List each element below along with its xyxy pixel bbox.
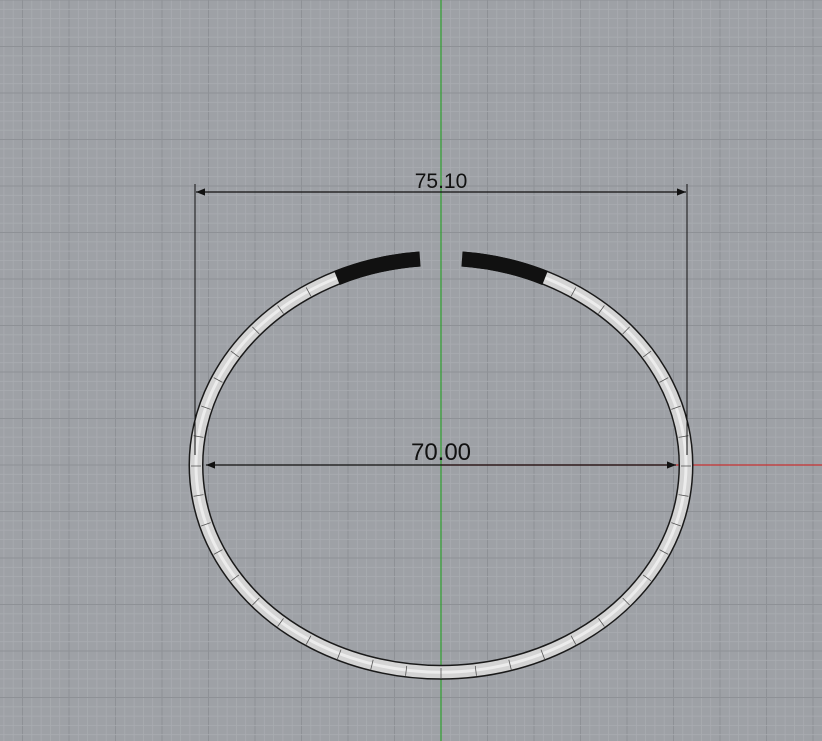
viewport-top[interactable]: 75.10 70.00 <box>0 0 822 741</box>
dimension-inner-width[interactable]: 70.00 <box>206 439 676 469</box>
cad-canvas[interactable]: 75.10 70.00 <box>0 0 822 741</box>
bracelet-end-cap-left[interactable] <box>334 251 421 285</box>
dimension-label-inner[interactable]: 70.00 <box>411 439 471 466</box>
construction-grid <box>0 0 822 741</box>
bracelet-end-cap-right[interactable] <box>461 251 548 285</box>
dimension-label-outer[interactable]: 75.10 <box>415 170 468 193</box>
